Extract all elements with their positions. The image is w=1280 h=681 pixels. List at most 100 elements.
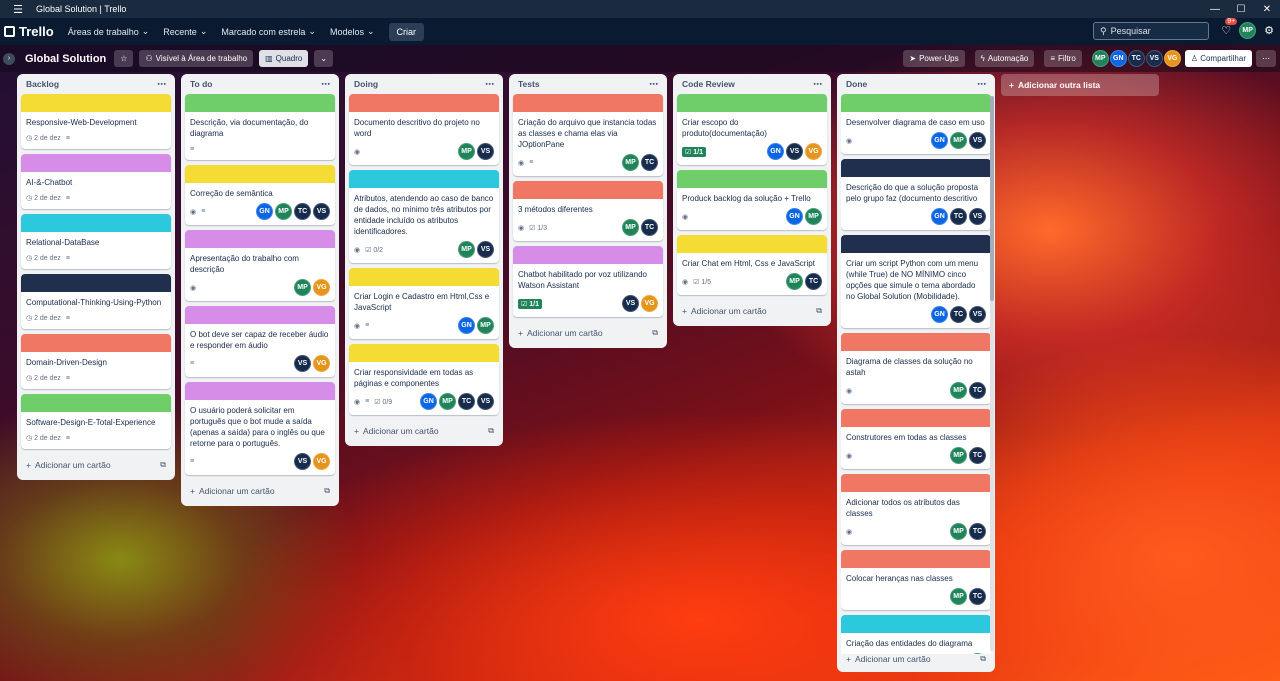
board-name[interactable]: Global Solution <box>25 53 106 65</box>
card[interactable]: Criar um script Python com um menu (whil… <box>841 235 991 328</box>
add-list-button[interactable]: + Adicionar outra lista <box>1001 74 1159 96</box>
member-avatar[interactable]: GN <box>1109 50 1127 67</box>
member-avatar[interactable]: MP <box>950 382 967 399</box>
hamburger-menu-icon[interactable]: ☰ <box>0 3 36 16</box>
add-card-button[interactable]: + Adicionar um cartão ⧉ <box>513 322 663 344</box>
member-avatar[interactable]: VS <box>477 143 494 160</box>
member-avatar[interactable]: VG <box>313 355 330 372</box>
member-avatar[interactable]: MP <box>950 132 967 149</box>
member-avatar[interactable]: MP <box>458 143 475 160</box>
card[interactable]: Atributos, atendendo ao caso de banco de… <box>349 170 499 263</box>
member-avatar[interactable]: VG <box>1163 50 1181 67</box>
card[interactable]: Descrição do que a solução proposta pelo… <box>841 159 991 230</box>
member-avatar[interactable]: GN <box>420 393 437 410</box>
nav-starred[interactable]: Marcado com estrela ⌄ <box>221 26 316 37</box>
member-avatar[interactable]: MP <box>805 208 822 225</box>
member-avatar[interactable]: MP <box>458 241 475 258</box>
list-title[interactable]: Code Review <box>682 79 735 89</box>
notifications-icon[interactable]: ♡ 9+ <box>1221 18 1238 37</box>
member-avatar[interactable]: VS <box>969 208 986 225</box>
share-button[interactable]: ♙ Compartilhar <box>1184 50 1252 67</box>
board-menu-button[interactable]: ⋯ <box>1256 50 1276 67</box>
member-avatar[interactable]: VS <box>477 241 494 258</box>
member-avatar[interactable]: MP <box>439 393 456 410</box>
card[interactable]: Criação do arquivo que instancia todas a… <box>513 94 663 176</box>
list-header[interactable]: Backlog ⋯ <box>21 74 171 94</box>
member-avatar[interactable]: VG <box>313 453 330 470</box>
card[interactable]: Produck backlog da solução + Trello ◉ GN MP <box>677 170 827 230</box>
nav-templates[interactable]: Modelos ⌄ <box>330 26 375 37</box>
member-avatar[interactable]: GN <box>256 203 273 220</box>
add-card-button[interactable]: + Adicionar um cartão ⧉ <box>677 300 827 322</box>
template-icon[interactable]: ⧉ <box>980 654 986 664</box>
list-header[interactable]: Done ⋯ <box>841 74 991 94</box>
card[interactable]: Desenvolver diagrama de caso em uso ◉ GN MP… <box>841 94 991 154</box>
template-icon[interactable]: ⧉ <box>324 486 330 496</box>
member-avatar[interactable]: GN <box>767 143 784 160</box>
member-avatar[interactable]: VS <box>313 203 330 220</box>
member-avatar[interactable]: TC <box>294 203 311 220</box>
card[interactable]: Construtores em todas as classes ◉ MP TC <box>841 409 991 469</box>
card[interactable]: Apresentação do trabalho com descrição ◉ M… <box>185 230 335 301</box>
automation-button[interactable]: ϟ Automação <box>974 50 1035 67</box>
card[interactable]: Adicionar todos os atributos das classes… <box>841 474 991 545</box>
member-avatar[interactable]: MP <box>1091 50 1109 67</box>
sidebar-expand-icon[interactable]: › <box>3 52 15 65</box>
card[interactable]: Chatbot habilitado por voz utilizando Wa… <box>513 246 663 317</box>
card[interactable]: 3 métodos diferentes ◉ ☑ 1/3 MP TC <box>513 181 663 241</box>
member-avatar[interactable]: VG <box>641 295 658 312</box>
member-avatar[interactable]: MP <box>294 279 311 296</box>
list-header[interactable]: Doing ⋯ <box>349 74 499 94</box>
maximize-icon[interactable]: ☐ <box>1228 4 1254 15</box>
member-avatar[interactable]: VG <box>313 279 330 296</box>
search-input[interactable]: ⚲ Pesquisar <box>1093 22 1209 40</box>
member-avatar[interactable]: MP <box>950 588 967 605</box>
settings-gear-icon[interactable]: ⚙ <box>1264 24 1274 37</box>
close-icon[interactable]: ✕ <box>1254 4 1280 15</box>
template-icon[interactable]: ⧉ <box>652 328 658 338</box>
card[interactable]: Relational-DataBase ◷ 2 de dez ≡ <box>21 214 171 269</box>
member-avatar[interactable]: VG <box>805 143 822 160</box>
add-card-button[interactable]: + Adicionar um cartão ⧉ <box>841 648 991 670</box>
list-menu-icon[interactable]: ⋯ <box>649 79 658 90</box>
template-icon[interactable]: ⧉ <box>488 426 494 436</box>
card[interactable]: Criar Chat em Html, Css e JavaScript ◉ ☑ 1… <box>677 235 827 295</box>
card[interactable]: Diagrama de classes da solução no astah ◉… <box>841 333 991 404</box>
member-avatar[interactable]: VS <box>294 355 311 372</box>
member-avatar[interactable]: MP <box>950 523 967 540</box>
member-avatar[interactable]: TC <box>969 588 986 605</box>
card[interactable]: AI-&-Chatbot ◷ 2 de dez ≡ <box>21 154 171 209</box>
member-avatar[interactable]: GN <box>931 132 948 149</box>
card[interactable]: Computational-Thinking-Using-Python ◷ 2 d… <box>21 274 171 329</box>
card[interactable]: Documento descritivo do projeto no word ◉… <box>349 94 499 165</box>
filter-button[interactable]: ≡ Filtro <box>1044 50 1082 67</box>
card[interactable]: Criar responsividade em todas as páginas… <box>349 344 499 415</box>
minimize-icon[interactable]: — <box>1202 4 1228 15</box>
star-board-button[interactable]: ☆ <box>114 50 134 67</box>
board-view-button[interactable]: ▥ Quadro <box>259 50 309 67</box>
member-avatar[interactable]: VS <box>477 393 494 410</box>
member-avatar[interactable]: VS <box>786 143 803 160</box>
member-avatar[interactable]: TC <box>641 219 658 236</box>
member-avatar[interactable]: TC <box>969 382 986 399</box>
view-switch-button[interactable]: ⌄ <box>314 50 334 67</box>
member-avatar[interactable]: MP <box>275 203 292 220</box>
member-avatar[interactable]: TC <box>969 447 986 464</box>
member-avatar[interactable]: TC <box>969 523 986 540</box>
add-card-button[interactable]: + Adicionar um cartão ⧉ <box>21 454 171 476</box>
member-avatar[interactable]: VS <box>969 306 986 323</box>
member-avatar[interactable]: VS <box>622 295 639 312</box>
card[interactable]: Criar Login e Cadastro em Html,Css e Jav… <box>349 268 499 339</box>
create-button[interactable]: Criar <box>388 22 425 41</box>
member-avatar[interactable]: GN <box>458 317 475 334</box>
card[interactable]: O bot deve ser capaz de receber áudio e … <box>185 306 335 377</box>
powerups-button[interactable]: ➤ Power-Ups <box>903 50 965 67</box>
list-title[interactable]: Doing <box>354 79 378 89</box>
member-avatar[interactable]: VS <box>294 453 311 470</box>
member-avatar[interactable]: GN <box>786 208 803 225</box>
member-avatar[interactable]: VS <box>1145 50 1163 67</box>
user-avatar[interactable]: MP <box>1239 22 1257 39</box>
member-avatar[interactable]: VS <box>969 132 986 149</box>
member-avatar[interactable]: TC <box>950 306 967 323</box>
member-avatar[interactable]: MP <box>477 317 494 334</box>
